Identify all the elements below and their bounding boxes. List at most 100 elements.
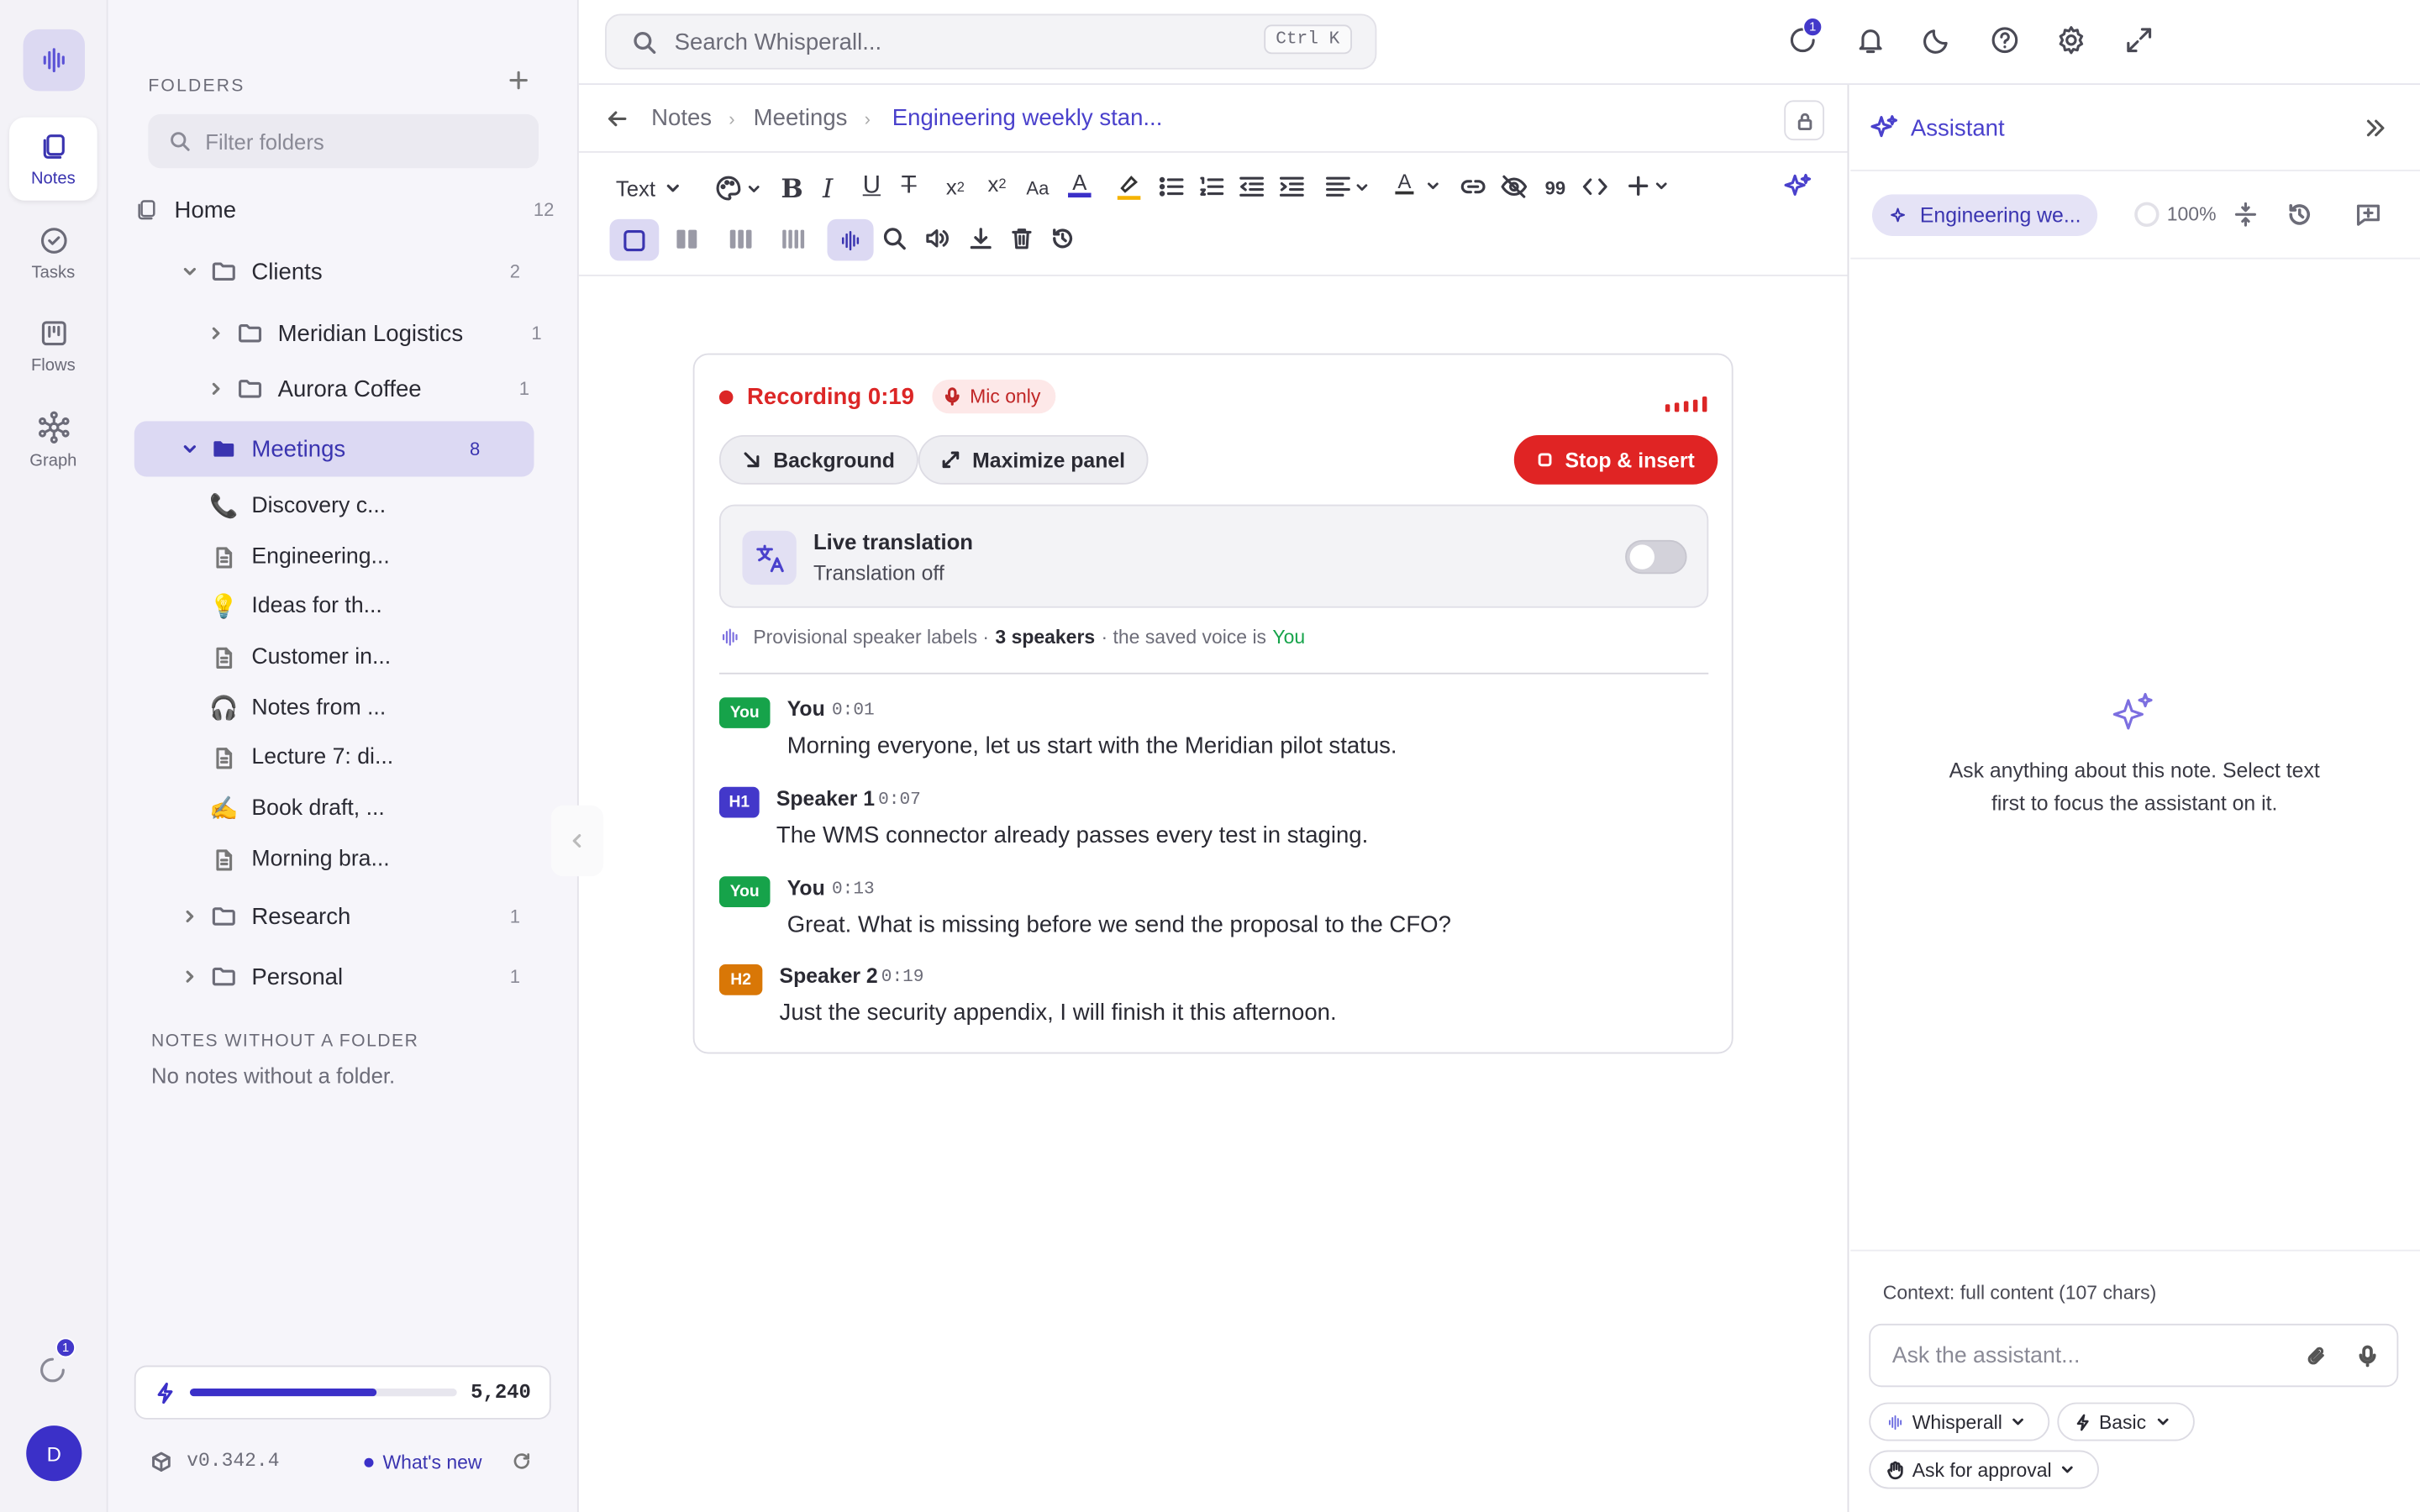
strikethrough-button[interactable]: T xyxy=(902,173,917,201)
user-avatar[interactable]: D xyxy=(26,1425,82,1482)
folder-research[interactable]: Research 1 xyxy=(177,889,520,944)
superscript-button[interactable]: x2 xyxy=(988,171,1007,196)
voice-input-button[interactable] xyxy=(2359,1344,2377,1368)
stop-and-insert-button[interactable]: Stop & insert xyxy=(1513,434,1718,485)
filter-folders-input[interactable]: Filter folders xyxy=(148,113,539,169)
sidebar-collapse-handle[interactable] xyxy=(550,805,604,877)
link-button[interactable] xyxy=(1460,176,1486,197)
context-note-chip[interactable]: Engineering we... xyxy=(1871,194,2098,237)
layout-four-columns-button[interactable] xyxy=(781,227,805,251)
italic-button[interactable]: I xyxy=(823,175,833,206)
notifications-button[interactable] xyxy=(1855,24,1886,55)
note-item[interactable]: 📞 Discovery c... xyxy=(209,483,386,529)
speaker-tag[interactable]: You xyxy=(718,876,771,907)
color-palette-button[interactable] xyxy=(714,175,760,202)
folder-clients[interactable]: Clients 2 xyxy=(177,244,520,299)
rail-item-flows[interactable]: Flows xyxy=(9,304,97,387)
settings-button[interactable] xyxy=(2056,24,2087,55)
layout-three-columns-button[interactable] xyxy=(729,227,753,251)
collapse-assistant-button[interactable] xyxy=(2365,118,2386,139)
chevron-right-icon[interactable] xyxy=(177,969,202,984)
lock-note-button[interactable] xyxy=(1784,100,1825,141)
code-button[interactable] xyxy=(1582,176,1608,197)
folder-meridian-logistics[interactable]: Meridian Logistics 1 xyxy=(203,306,542,361)
note-item[interactable]: Customer in... xyxy=(210,634,391,680)
folder-meetings[interactable]: Meetings 8 xyxy=(134,421,534,477)
note-item[interactable]: 💡 Ideas for th... xyxy=(209,583,382,629)
live-translation-toggle[interactable] xyxy=(1625,539,1687,575)
font-color-button[interactable]: A xyxy=(1395,171,1414,194)
speaker-name[interactable]: Speaker 2 xyxy=(780,964,878,988)
voice-recording-button[interactable] xyxy=(827,218,874,261)
sync-status-button[interactable]: 1 xyxy=(37,1337,76,1386)
breadcrumb-notes[interactable]: Notes xyxy=(651,105,712,131)
note-item[interactable]: Engineering... xyxy=(210,534,390,580)
chevron-right-icon[interactable] xyxy=(177,909,202,924)
font-color-dropdown[interactable] xyxy=(1426,179,1440,193)
new-chat-button[interactable] xyxy=(2355,202,2381,227)
rail-item-graph[interactable]: Graph xyxy=(9,398,97,481)
check-update-button[interactable] xyxy=(513,1452,531,1470)
block-type-select[interactable]: Text xyxy=(616,171,681,205)
back-button[interactable] xyxy=(605,106,629,130)
subscript-button[interactable]: x2 xyxy=(946,175,965,199)
speaker-name[interactable]: You xyxy=(787,876,825,900)
chat-history-button[interactable] xyxy=(2287,202,2312,227)
transcript-segment[interactable]: You You 0:13 Great. What is missing before … xyxy=(718,876,1707,953)
attach-button[interactable] xyxy=(2306,1344,2328,1368)
global-search-input[interactable]: Search Whisperall... Ctrl K xyxy=(604,13,1377,70)
maximize-panel-button[interactable]: Maximize panel xyxy=(918,434,1149,485)
breadcrumb-current-note[interactable]: Engineering weekly stan... xyxy=(892,105,1163,131)
credits-meter[interactable]: 5,240 xyxy=(134,1365,551,1420)
outdent-button[interactable] xyxy=(1239,176,1265,197)
assistant-input[interactable]: Ask the assistant... xyxy=(1869,1323,2399,1388)
chevron-right-icon[interactable] xyxy=(203,326,228,341)
download-button[interactable] xyxy=(969,227,992,250)
folder-personal[interactable]: Personal 1 xyxy=(177,949,520,1005)
approval-select[interactable]: Ask for approval xyxy=(1869,1450,2100,1489)
chevron-right-icon[interactable] xyxy=(203,381,228,396)
highlight-button[interactable] xyxy=(1116,173,1142,201)
compact-button[interactable] xyxy=(2234,202,2257,227)
transcript-segment[interactable]: You You 0:01 Morning everyone, let us start… xyxy=(718,697,1707,774)
note-item[interactable]: 🎧 Notes from ... xyxy=(209,685,386,732)
note-item[interactable]: Lecture 7: di... xyxy=(210,734,393,780)
speaker-tag[interactable]: You xyxy=(718,697,771,728)
background-button[interactable]: Background xyxy=(718,434,918,485)
find-button[interactable] xyxy=(883,227,907,250)
activity-button[interactable]: 1 xyxy=(1787,17,1823,55)
layout-two-columns-button[interactable] xyxy=(675,227,699,251)
speaker-tag[interactable]: H2 xyxy=(718,963,763,995)
expand-window-button[interactable] xyxy=(2123,24,2154,55)
mode-select[interactable]: Basic xyxy=(2057,1402,2195,1441)
text-color-button[interactable]: A xyxy=(1068,171,1092,197)
folder-home[interactable]: Home 12 xyxy=(134,182,554,238)
align-button[interactable] xyxy=(1326,176,1369,197)
breadcrumb-meetings[interactable]: Meetings xyxy=(754,105,848,131)
rail-item-tasks[interactable]: Tasks xyxy=(9,212,97,295)
transcript-segment[interactable]: H1 Speaker 1 0:07 The WMS connector already… xyxy=(718,786,1707,864)
speaker-name[interactable]: Speaker 1 xyxy=(776,787,875,811)
speaker-name[interactable]: You xyxy=(787,697,825,721)
insert-button[interactable] xyxy=(1628,176,1669,196)
layout-single-button[interactable] xyxy=(609,218,660,261)
note-item[interactable]: ✍️ Book draft, ... xyxy=(209,785,385,832)
delete-button[interactable] xyxy=(1011,227,1033,250)
app-logo-icon[interactable] xyxy=(23,29,86,92)
numbered-list-button[interactable] xyxy=(1199,176,1224,197)
model-select[interactable]: Whisperall xyxy=(1869,1402,2050,1441)
theme-toggle-button[interactable] xyxy=(1922,24,1953,55)
folder-aurora-coffee[interactable]: Aurora Coffee 1 xyxy=(203,361,535,417)
underline-button[interactable]: U xyxy=(863,173,881,201)
bullet-list-button[interactable] xyxy=(1159,176,1184,197)
transcript-segment[interactable]: H2 Speaker 2 0:19 Just the security appendi… xyxy=(718,963,1707,1042)
note-item[interactable]: Morning bra... xyxy=(210,837,390,883)
chevron-down-icon[interactable] xyxy=(177,441,202,456)
history-button[interactable] xyxy=(1051,227,1075,250)
mic-mode-badge[interactable]: Mic only xyxy=(933,379,1056,414)
bold-button[interactable]: B xyxy=(781,175,802,206)
help-button[interactable] xyxy=(1990,24,2021,55)
rail-item-notes[interactable]: Notes xyxy=(9,117,97,201)
indent-button[interactable] xyxy=(1279,176,1304,197)
read-aloud-button[interactable] xyxy=(924,227,950,250)
